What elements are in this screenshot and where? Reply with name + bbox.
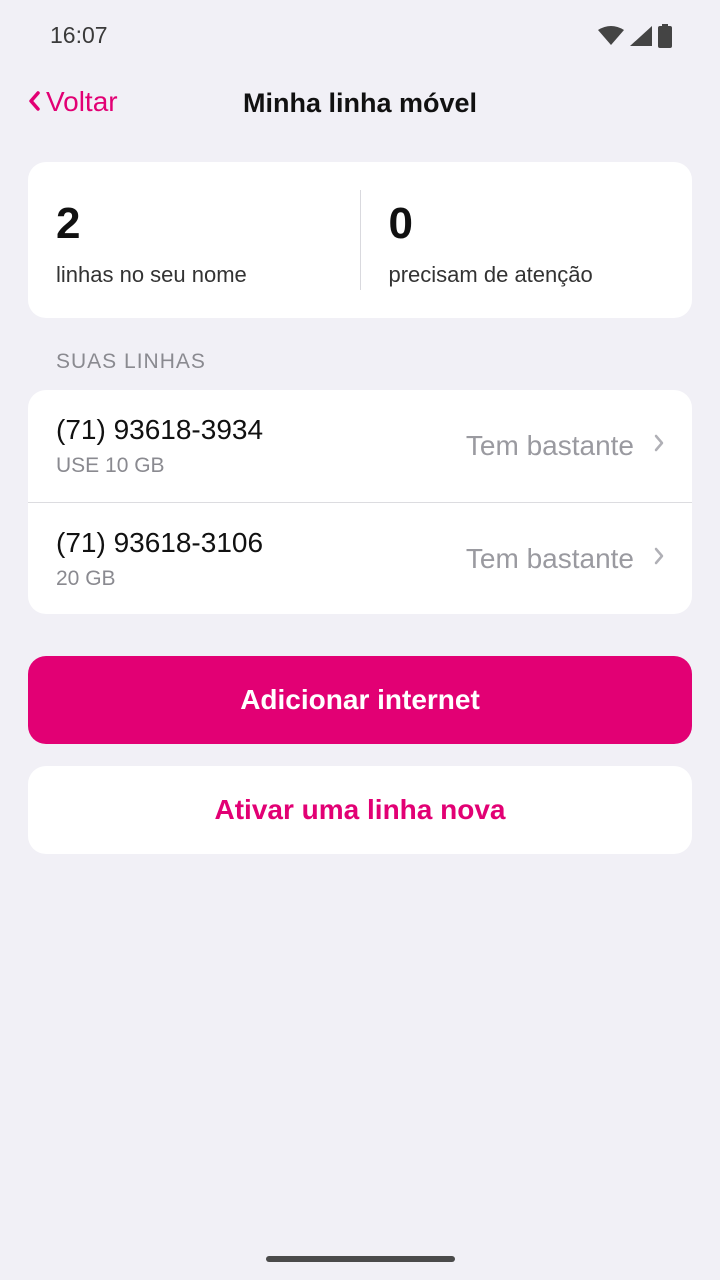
home-indicator[interactable]: [266, 1256, 455, 1262]
section-label: SUAS LINHAS: [56, 350, 206, 373]
line-status: Tem bastante: [465, 543, 634, 574]
nav-bar: Voltar Minha linha móvel: [0, 72, 720, 136]
lines-count: 2: [56, 199, 81, 248]
line-status: Tem bastante: [465, 430, 634, 461]
summary-card: 2 linhas no seu nome 0 precisam de atenç…: [28, 162, 692, 318]
battery-icon: [658, 24, 672, 48]
status-time: 16:07: [50, 22, 108, 48]
lines-summary: 2 linhas no seu nome: [28, 162, 360, 318]
add-internet-button[interactable]: Adicionar internet: [28, 656, 692, 744]
chevron-left-icon: [28, 86, 40, 118]
back-button[interactable]: Voltar: [28, 86, 118, 118]
attention-count-label: precisam de atenção: [388, 262, 593, 287]
cellular-signal-icon: [630, 26, 652, 46]
attention-summary: 0 precisam de atenção: [359, 190, 693, 290]
lines-list: (71) 93618-3934 USE 10 GB Tem bastante (…: [28, 390, 692, 614]
screen: 16:07 Voltar Minha linha móvel 2 linhas …: [0, 0, 720, 1280]
back-label: Voltar: [46, 86, 118, 117]
chevron-right-icon: [654, 547, 664, 570]
attention-count: 0: [388, 199, 413, 248]
wifi-icon: [598, 26, 624, 46]
line-item[interactable]: (71) 93618-3106 20 GB Tem bastante: [28, 502, 692, 614]
chevron-right-icon: [654, 434, 664, 457]
activate-new-line-button[interactable]: Ativar uma linha nova: [28, 766, 692, 854]
status-icons: [598, 24, 672, 48]
line-item[interactable]: (71) 93618-3934 USE 10 GB Tem bastante: [28, 390, 692, 502]
lines-count-label: linhas no seu nome: [56, 262, 247, 287]
status-bar: 16:07: [0, 0, 720, 72]
